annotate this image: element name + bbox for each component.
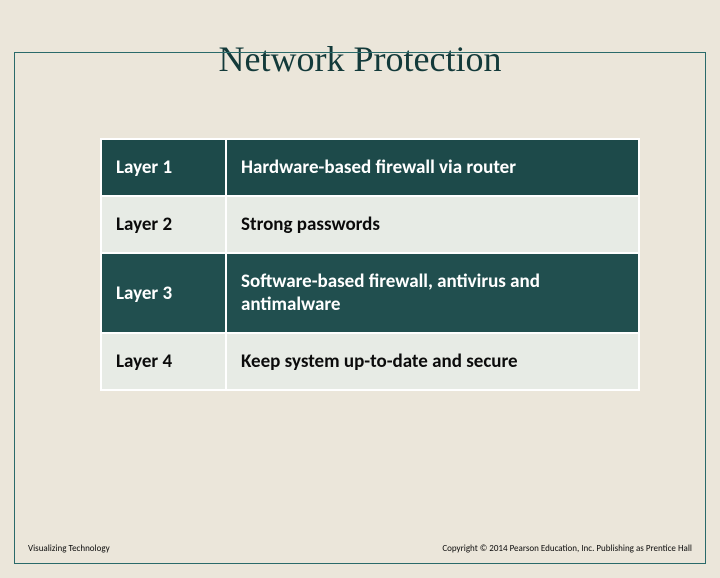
- footer-right: Copyright © 2014 Pearson Education, Inc.…: [442, 543, 692, 554]
- footer-left: Visualizing Technology: [28, 543, 110, 554]
- slide-frame: [14, 52, 706, 564]
- footer: Visualizing Technology Copyright © 2014 …: [28, 543, 692, 554]
